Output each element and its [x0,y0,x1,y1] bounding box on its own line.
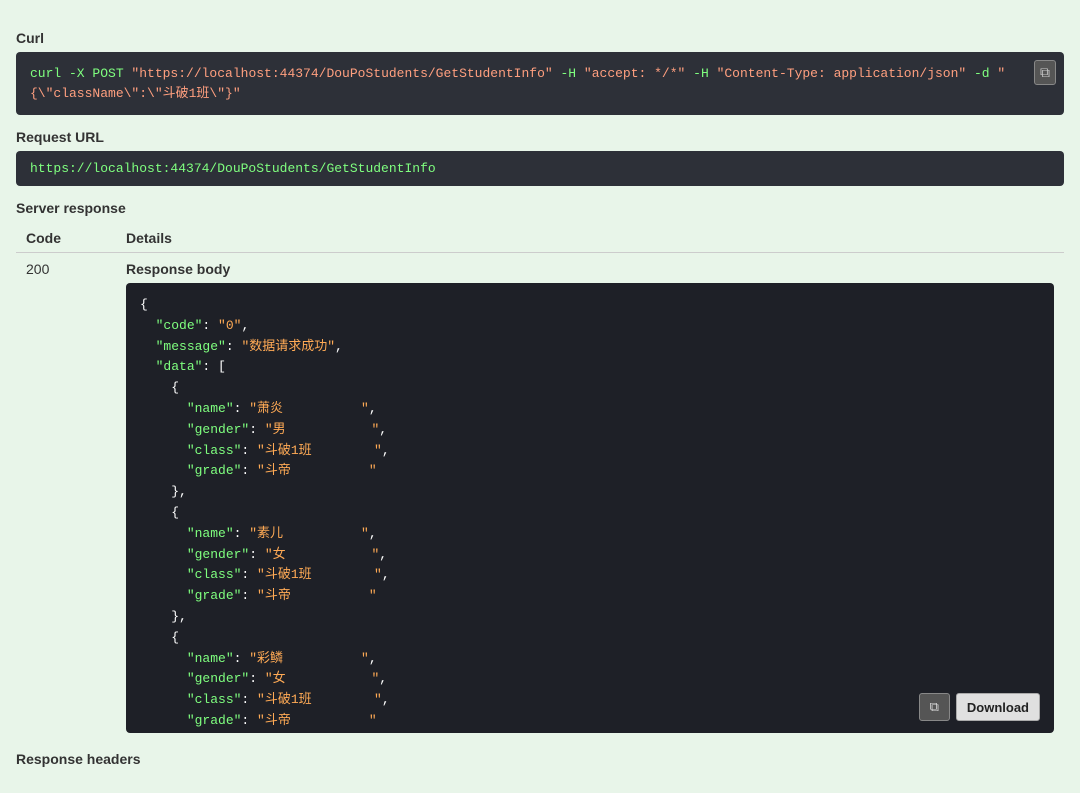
download-button[interactable]: Download [956,693,1040,721]
response-copy-button[interactable]: ⧉ [919,693,950,721]
server-response-label: Server response [16,200,1064,216]
curl-copy-button[interactable]: ⧉ [1034,60,1056,85]
response-table: Code Details 200 Response body { "code":… [16,224,1064,741]
curl-command-text: curl -X POST "https://localhost:44374/Do… [30,66,1005,101]
response-details: Response body { "code": "0", "message": … [116,253,1064,742]
request-url-text: https://localhost:44374/DouPoStudents/Ge… [30,161,436,176]
response-body-container: Response body { "code": "0", "message": … [126,261,1054,733]
col-code: Code [16,224,116,253]
curl-label: Curl [16,30,1064,46]
server-response-section: Server response Code Details 200 Respons… [16,200,1064,741]
curl-section: Curl curl -X POST "https://localhost:443… [16,30,1064,115]
col-details: Details [116,224,1064,253]
response-actions: ⧉ Download [919,693,1040,721]
response-body-label: Response body [126,261,1054,277]
response-headers-label: Response headers [16,751,1064,767]
request-url-box: https://localhost:44374/DouPoStudents/Ge… [16,151,1064,186]
curl-command-box: curl -X POST "https://localhost:44374/Do… [16,52,1064,115]
table-row: 200 Response body { "code": "0", "messag… [16,253,1064,742]
response-body-box[interactable]: { "code": "0", "message": "数据请求成功", "dat… [126,283,1054,733]
request-url-section: Request URL https://localhost:44374/DouP… [16,129,1064,186]
response-code: 200 [16,253,116,742]
request-url-label: Request URL [16,129,1064,145]
